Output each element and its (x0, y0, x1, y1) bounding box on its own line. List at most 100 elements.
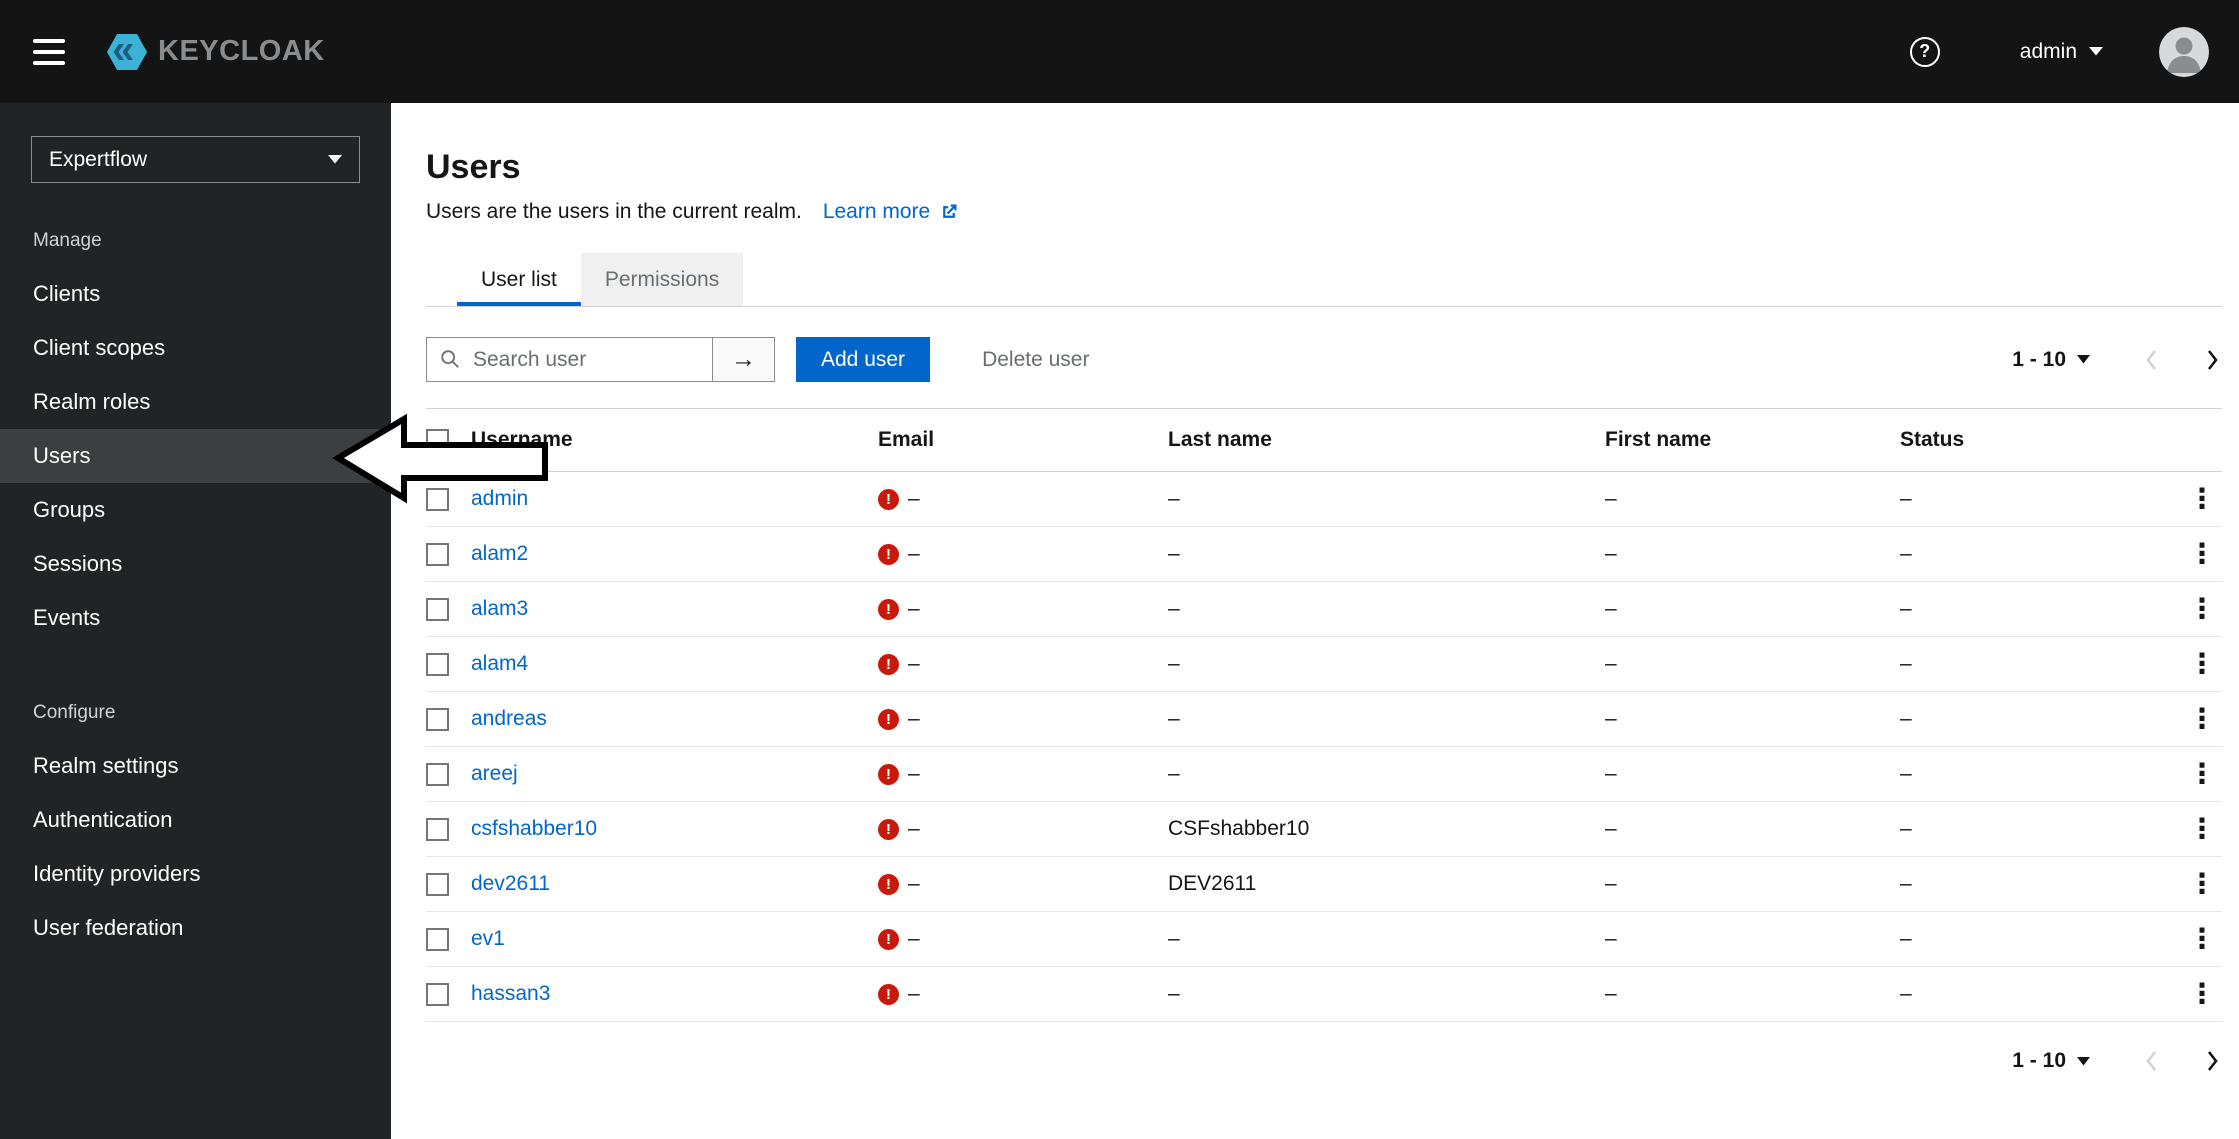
row-checkbox[interactable] (426, 542, 449, 566)
row-checkbox[interactable] (426, 762, 449, 786)
add-user-button[interactable]: Add user (796, 337, 931, 382)
username-link[interactable]: dev2611 (471, 872, 550, 895)
tab-permissions[interactable]: Permissions (580, 253, 744, 306)
nav-section-title: Manage (33, 230, 102, 251)
tabs: User list Permissions (426, 253, 2222, 307)
row-kebab-button[interactable]: ⋮ (2188, 813, 2216, 844)
sidebar-item-sessions[interactable]: Sessions (0, 537, 391, 591)
username-link[interactable]: ev1 (471, 927, 505, 950)
pagination-bottom: 1 - 10 (2012, 1048, 2222, 1074)
chevron-left-icon (2146, 1051, 2157, 1071)
external-link-icon (943, 204, 957, 218)
email-error-icon: ! (878, 543, 899, 565)
email-error-icon: ! (878, 873, 899, 895)
table-row: ev1 ! – – – – ⋮ (426, 912, 2222, 967)
username-link[interactable]: hassan3 (471, 982, 550, 1005)
tab-user-list[interactable]: User list (457, 253, 581, 306)
user-menu-label: admin (2019, 39, 2077, 63)
delete-user-button[interactable]: Delete user (976, 337, 1095, 382)
select-all-checkbox[interactable] (426, 428, 449, 452)
row-checkbox[interactable] (426, 652, 449, 676)
search-input[interactable] (426, 337, 712, 382)
pagination-prev-button[interactable] (2142, 1048, 2162, 1074)
sidebar-item-authentication[interactable]: Authentication (0, 793, 391, 847)
row-checkbox[interactable] (426, 707, 449, 731)
first-name-value: – (1605, 982, 1617, 1005)
username-link[interactable]: alam4 (471, 652, 528, 675)
chevron-right-icon (2207, 349, 2218, 370)
nav-section: Manage Clients Client scopes Realm roles Us… (0, 228, 391, 645)
status-value: – (1900, 817, 1912, 840)
username-link[interactable]: admin (471, 487, 528, 510)
pagination-range-dropdown[interactable]: 1 - 10 (2012, 1049, 2090, 1073)
column-header-first-name: First name (1605, 428, 1712, 451)
sidebar-item-identity-providers[interactable]: Identity providers (0, 847, 391, 901)
row-checkbox[interactable] (426, 487, 449, 511)
help-icon[interactable]: ? (1909, 36, 1940, 67)
sidebar-item-client-scopes[interactable]: Client scopes (0, 321, 391, 375)
username-link[interactable]: alam2 (471, 542, 528, 565)
sidebar-item-clients[interactable]: Clients (0, 267, 391, 321)
row-checkbox[interactable] (426, 927, 449, 951)
email-value: – (908, 762, 920, 785)
page-title: Users (426, 148, 521, 186)
row-kebab-button[interactable]: ⋮ (2188, 648, 2216, 679)
status-value: – (1900, 652, 1912, 675)
row-checkbox[interactable] (426, 982, 449, 1006)
pagination-range-dropdown[interactable]: 1 - 10 (2012, 348, 2090, 372)
row-kebab-button[interactable]: ⋮ (2188, 593, 2216, 624)
username-link[interactable]: alam3 (471, 597, 528, 620)
sidebar-item-realm-settings[interactable]: Realm settings (0, 739, 391, 793)
row-kebab-button[interactable]: ⋮ (2188, 758, 2216, 789)
avatar[interactable] (2159, 26, 2209, 77)
hamburger-menu-button[interactable] (33, 38, 65, 65)
sidebar-item-events[interactable]: Events (0, 591, 391, 645)
username-link[interactable]: csfshabber10 (471, 817, 597, 840)
last-name-value: – (1168, 487, 1180, 510)
table-row: admin ! – – – – ⋮ (426, 472, 2222, 527)
row-kebab-button[interactable]: ⋮ (2188, 538, 2216, 569)
users-table: Username Email Last name First name Stat… (426, 408, 2222, 1022)
sidebar-nav: Manage Clients Client scopes Realm roles Us… (0, 228, 391, 955)
row-checkbox[interactable] (426, 872, 449, 896)
email-value: – (908, 487, 920, 510)
pagination-next-button[interactable] (2202, 1048, 2222, 1074)
row-checkbox[interactable] (426, 817, 449, 841)
username-link[interactable]: andreas (471, 707, 547, 730)
realm-selector[interactable]: Expertflow (31, 136, 360, 183)
row-kebab-button[interactable]: ⋮ (2188, 703, 2216, 734)
table-row: areej ! – – – – ⋮ (426, 747, 2222, 802)
nav-section-title: Configure (33, 702, 116, 723)
search-group: → (426, 337, 775, 382)
pagination-next-button[interactable] (2202, 347, 2222, 373)
keycloak-logo[interactable]: KEYCLOAK (105, 32, 325, 72)
row-kebab-button[interactable]: ⋮ (2188, 868, 2216, 899)
sidebar-item-user-federation[interactable]: User federation (0, 901, 391, 955)
first-name-value: – (1605, 652, 1617, 675)
row-kebab-button[interactable]: ⋮ (2188, 923, 2216, 954)
status-value: – (1900, 927, 1912, 950)
last-name-value: CSFshabber10 (1168, 817, 1310, 840)
row-checkbox[interactable] (426, 597, 449, 621)
sidebar-item-groups[interactable]: Groups (0, 483, 391, 537)
pagination-prev-button[interactable] (2142, 347, 2162, 373)
caret-down-icon (2089, 47, 2103, 56)
username-link[interactable]: areej (471, 762, 518, 785)
realm-name: Expertflow (49, 147, 148, 171)
row-kebab-button[interactable]: ⋮ (2188, 483, 2216, 514)
sidebar-item-users[interactable]: Users (0, 429, 391, 483)
help-glyph: ? (1919, 41, 1931, 61)
caret-down-icon (2077, 1056, 2090, 1065)
search-submit-button[interactable]: → (712, 337, 775, 382)
sidebar: Expertflow Manage Clients Client scopes Re… (0, 103, 391, 1139)
email-value: – (908, 927, 920, 950)
user-menu-dropdown[interactable]: admin (2020, 40, 2103, 64)
sidebar-item-realm-roles[interactable]: Realm roles (0, 375, 391, 429)
main-content: Users Users are the users in the current… (391, 103, 2239, 1139)
email-value: – (908, 817, 920, 840)
chevron-left-icon (2146, 349, 2157, 370)
learn-more-link[interactable]: Learn more (823, 197, 959, 227)
row-kebab-button[interactable]: ⋮ (2188, 978, 2216, 1009)
table-row: alam3 ! – – – – ⋮ (426, 582, 2222, 637)
last-name-value: DEV2611 (1168, 872, 1257, 895)
